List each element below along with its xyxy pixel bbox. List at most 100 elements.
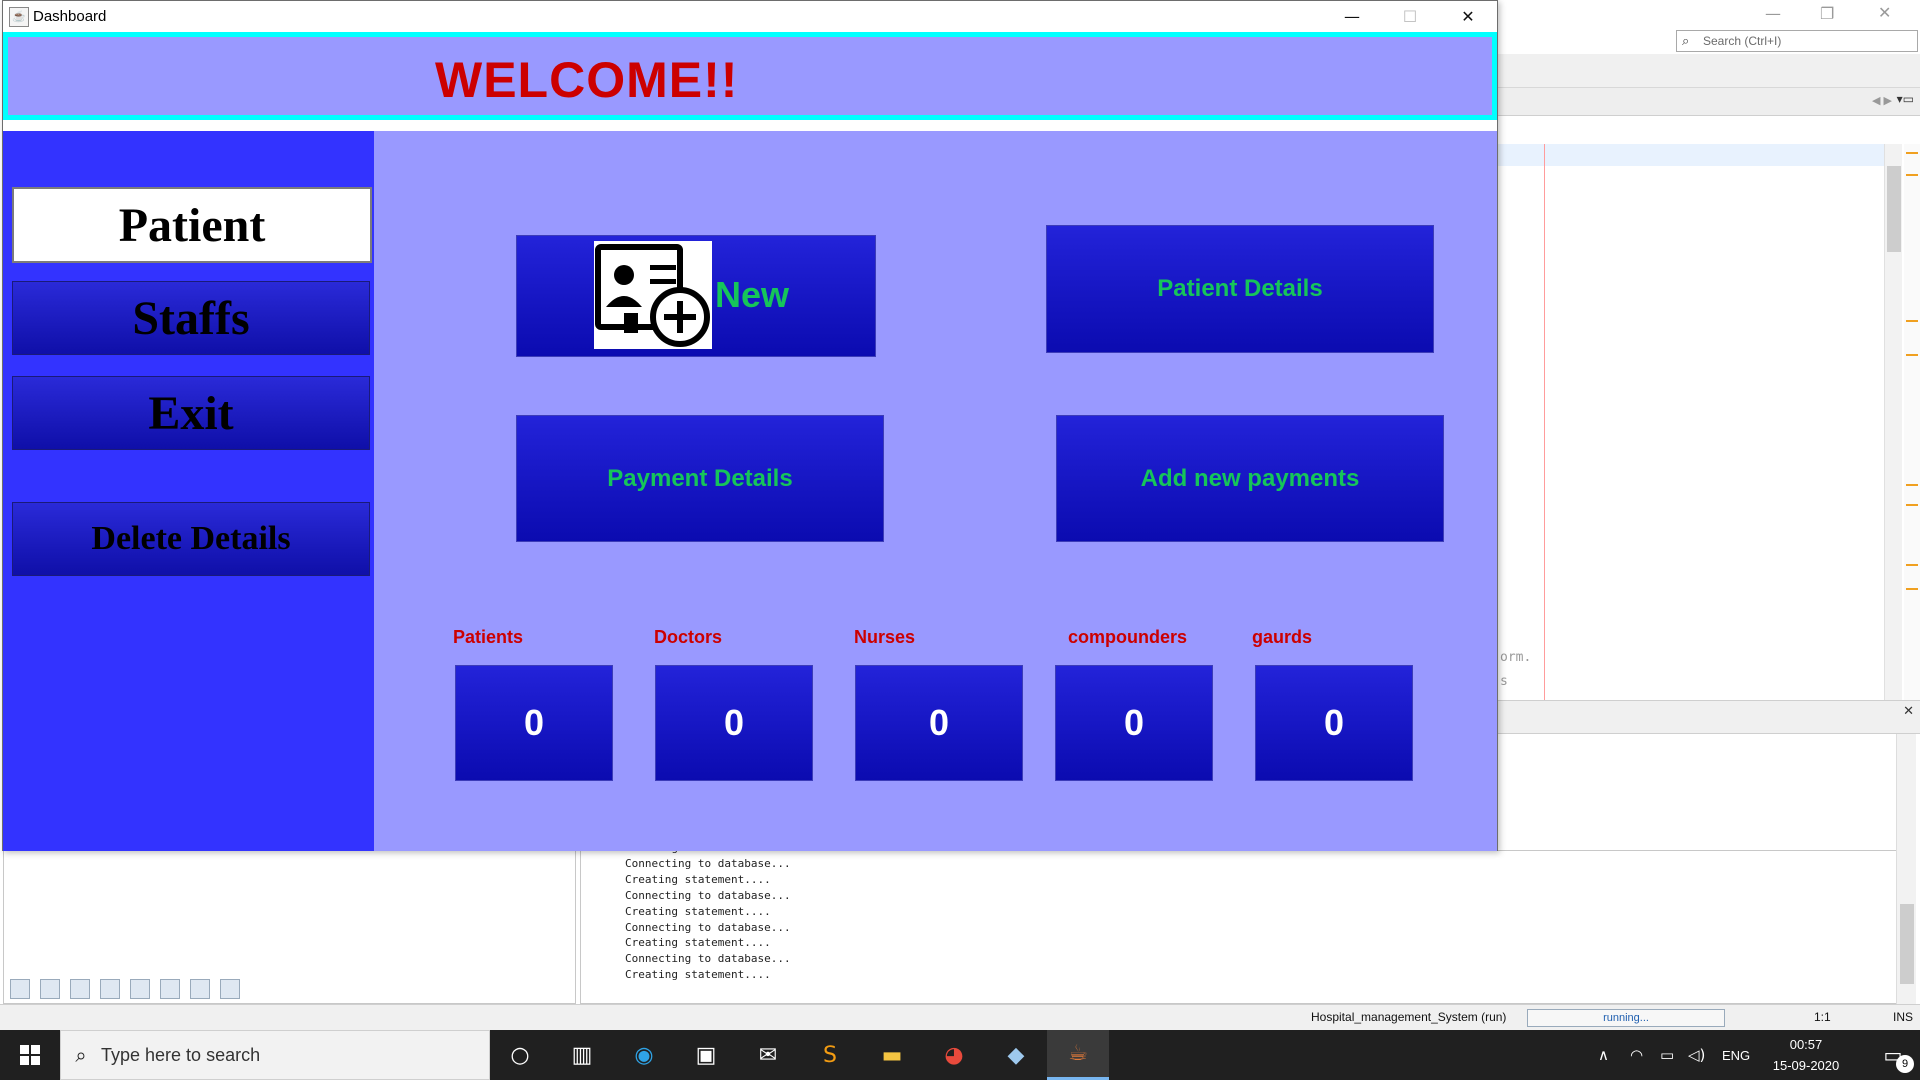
ide-minimize-icon[interactable]: —	[1765, 4, 1781, 23]
toolbar-icon[interactable]	[70, 979, 90, 999]
volume-icon[interactable]: ◁)	[1688, 1030, 1705, 1080]
window-titlebar[interactable]: ☕ Dashboard — ☐ ✕	[3, 1, 1497, 32]
search-icon: ⌕	[75, 1043, 87, 1067]
toolbar-icon[interactable]	[160, 979, 180, 999]
taskbar-search-placeholder: Type here to search	[101, 1044, 261, 1065]
close-button[interactable]: ✕	[1439, 1, 1497, 32]
window-title: Dashboard	[33, 8, 107, 25]
new-patient-button[interactable]: New	[516, 235, 876, 357]
toolbar-icon[interactable]	[10, 979, 30, 999]
output-line: Connecting to database...	[625, 856, 791, 870]
output-line: Creating statement....	[625, 904, 771, 918]
minimize-button[interactable]: —	[1323, 1, 1381, 32]
insert-mode: INS	[1893, 1010, 1914, 1024]
ide-toolbar	[1497, 54, 1920, 88]
add-patient-card-icon	[594, 241, 712, 349]
java-app-icon[interactable]: ☕	[1047, 1030, 1109, 1080]
current-line-highlight	[1497, 144, 1884, 166]
new-button-label: New	[715, 274, 790, 315]
start-button[interactable]	[0, 1030, 60, 1080]
ide-navigator-panel	[3, 850, 576, 1004]
toolbar-icon[interactable]	[40, 979, 60, 999]
sort-icon[interactable]	[190, 979, 210, 999]
caret-position: 1:1	[1814, 1010, 1831, 1024]
tray-clock[interactable]: 00:57 15-09-2020	[1766, 1034, 1846, 1076]
network-icon[interactable]: ◠	[1630, 1030, 1643, 1080]
navigator-toolbar	[10, 979, 240, 999]
output-line: Connecting to database...	[625, 952, 791, 966]
welcome-banner: WELCOME!!	[3, 32, 1497, 120]
stat-value-nurses: 0	[855, 665, 1023, 781]
editor-error-stripe	[1904, 144, 1920, 700]
run-progress-bar[interactable]: running...	[1527, 1009, 1725, 1027]
status-project: Hospital_management_System (run)	[1311, 1010, 1507, 1024]
ide-close-icon[interactable]: ✕	[1878, 3, 1891, 22]
editor-scrollbar[interactable]	[1884, 144, 1902, 700]
ide-search-input[interactable]: ⌕ Search (Ctrl+I)	[1676, 30, 1918, 52]
editor-margin-line	[1544, 144, 1545, 700]
clock-time: 00:57	[1789, 1037, 1823, 1052]
stat-label-patients: Patients	[453, 627, 524, 647]
output-line: Connecting to database...	[625, 920, 791, 934]
staffs-button[interactable]: Staffs	[12, 281, 370, 355]
output-scrollbar[interactable]	[1896, 734, 1916, 1004]
virtualbox-icon[interactable]: ◆	[985, 1030, 1047, 1080]
stat-label-doctors: Doctors	[654, 627, 723, 647]
delete-details-button[interactable]: Delete Details	[12, 502, 370, 576]
patient-button[interactable]: Patient	[12, 187, 372, 263]
ide-status-bar: Hospital_management_System (run) running…	[0, 1004, 1920, 1030]
add-new-payments-button[interactable]: Add new payments	[1056, 415, 1444, 542]
mail-icon[interactable]: ✉	[737, 1030, 799, 1080]
notification-center-icon[interactable]: ▭ 9	[1866, 1030, 1920, 1080]
stat-label-compounders: compounders	[1068, 627, 1188, 647]
sublime-text-icon[interactable]: S	[799, 1030, 861, 1080]
scrollbar-thumb[interactable]	[1900, 904, 1914, 984]
edge-browser-icon[interactable]: ◉	[613, 1030, 675, 1080]
code-fragment: s	[1500, 674, 1508, 689]
clock-date: 15-09-2020	[1772, 1058, 1840, 1073]
exit-button[interactable]: Exit	[12, 376, 370, 450]
output-line: Connecting to database...	[625, 888, 791, 902]
cortana-icon[interactable]: ○	[489, 1030, 551, 1080]
main-panel: New Patient Details Payment Details Add …	[374, 131, 1497, 851]
file-explorer-icon[interactable]: ▬	[861, 1030, 923, 1080]
java-app-icon: ☕	[9, 7, 29, 27]
stat-value-gaurds: 0	[1255, 665, 1413, 781]
ide-tab-strip: ◀ ▶ ▾▭	[1497, 88, 1920, 116]
output-line: Creating statement....	[625, 968, 771, 982]
scroll-tabs-icon[interactable]: ◀ ▶	[1872, 94, 1892, 107]
tray-chevron-icon[interactable]: ∧	[1598, 1030, 1609, 1080]
stat-label-nurses: Nurses	[854, 627, 916, 647]
taskbar-search-box[interactable]: ⌕ Type here to search	[60, 1030, 490, 1080]
close-icon[interactable]: ✕	[1903, 703, 1914, 719]
tab-menu-icon[interactable]: ▾▭	[1897, 92, 1914, 106]
toolbar-icon[interactable]	[130, 979, 150, 999]
scrollbar-thumb[interactable]	[1887, 166, 1901, 252]
windows-logo-icon	[20, 1045, 40, 1065]
stat-value-compounders: 0	[1055, 665, 1213, 781]
maximize-button[interactable]: ☐	[1381, 1, 1439, 32]
language-indicator[interactable]: ENG	[1722, 1030, 1750, 1080]
ide-panel-divider: ✕	[1497, 700, 1920, 734]
welcome-heading: WELCOME!!	[435, 52, 739, 108]
battery-icon[interactable]: ▭	[1660, 1030, 1674, 1080]
ide-restore-icon[interactable]: ❐	[1820, 4, 1834, 23]
stat-label-gaurds: gaurds	[1252, 627, 1313, 647]
ide-search-placeholder: Search (Ctrl+I)	[1703, 34, 1782, 48]
payment-details-button[interactable]: Payment Details	[516, 415, 884, 542]
patient-details-button[interactable]: Patient Details	[1046, 225, 1434, 353]
ide-code-editor[interactable]	[1497, 144, 1884, 700]
store-icon[interactable]: ▣	[675, 1030, 737, 1080]
lock-icon[interactable]	[100, 979, 120, 999]
task-view-icon[interactable]: ▥	[551, 1030, 613, 1080]
notification-count: 9	[1896, 1055, 1914, 1073]
chrome-icon[interactable]: ◕	[923, 1030, 985, 1080]
output-line: Creating statement....	[625, 872, 771, 886]
sidebar: Patient Staffs Exit Delete Details	[3, 131, 374, 851]
code-fragment: orm.	[1500, 650, 1532, 665]
stat-value-patients: 0	[455, 665, 613, 781]
output-line: Creating statement....	[625, 936, 771, 950]
sort-icon[interactable]	[220, 979, 240, 999]
stat-value-doctors: 0	[655, 665, 813, 781]
output-log: Creating statement.... Connecting to data…	[625, 840, 791, 983]
